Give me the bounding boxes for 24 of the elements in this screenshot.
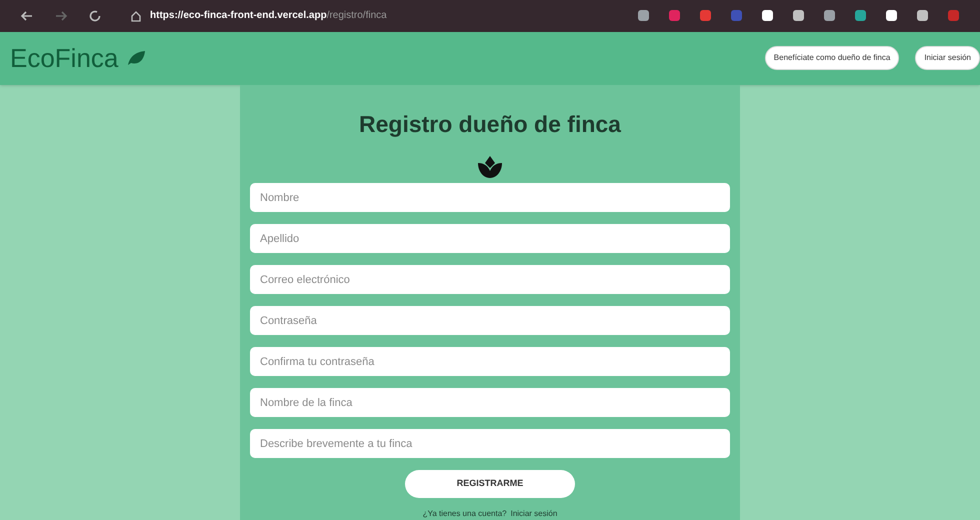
back-icon[interactable] [20, 8, 34, 23]
leaf-icon [126, 50, 146, 66]
extension-icon[interactable] [885, 9, 898, 22]
address-bar[interactable]: https://eco-finca-front-end.vercel.app/registro/finca [150, 8, 387, 24]
extension-icon[interactable] [761, 9, 774, 22]
header-button[interactable]: Iniciar sesión [915, 46, 980, 70]
input-field[interactable]: Nombre [250, 183, 730, 212]
input-field[interactable]: Correo electrónico [250, 265, 730, 294]
input-field[interactable]: Apellido [250, 224, 730, 253]
forward-icon[interactable] [54, 8, 68, 23]
register-button[interactable]: REGISTRARME [405, 470, 575, 498]
account-question: ¿Ya tienes una cuenta? [422, 508, 507, 520]
login-link[interactable]: Iniciar sesión [510, 508, 558, 520]
input-field[interactable]: Describe brevemente a tu finca [250, 429, 730, 458]
input-field[interactable]: Nombre de la finca [250, 388, 730, 417]
header-button[interactable]: Benefíciate como dueño de finca [764, 46, 900, 70]
home-icon[interactable] [130, 10, 142, 22]
input-field[interactable]: Contraseña [250, 306, 730, 335]
extension-icon[interactable] [916, 9, 929, 22]
reload-icon[interactable] [88, 8, 102, 23]
lotus-icon [477, 155, 503, 179]
input-field[interactable]: Confirma tu contraseña [250, 347, 730, 376]
extension-icon[interactable] [792, 9, 805, 22]
form-title: Registro dueño de finca [359, 110, 621, 139]
